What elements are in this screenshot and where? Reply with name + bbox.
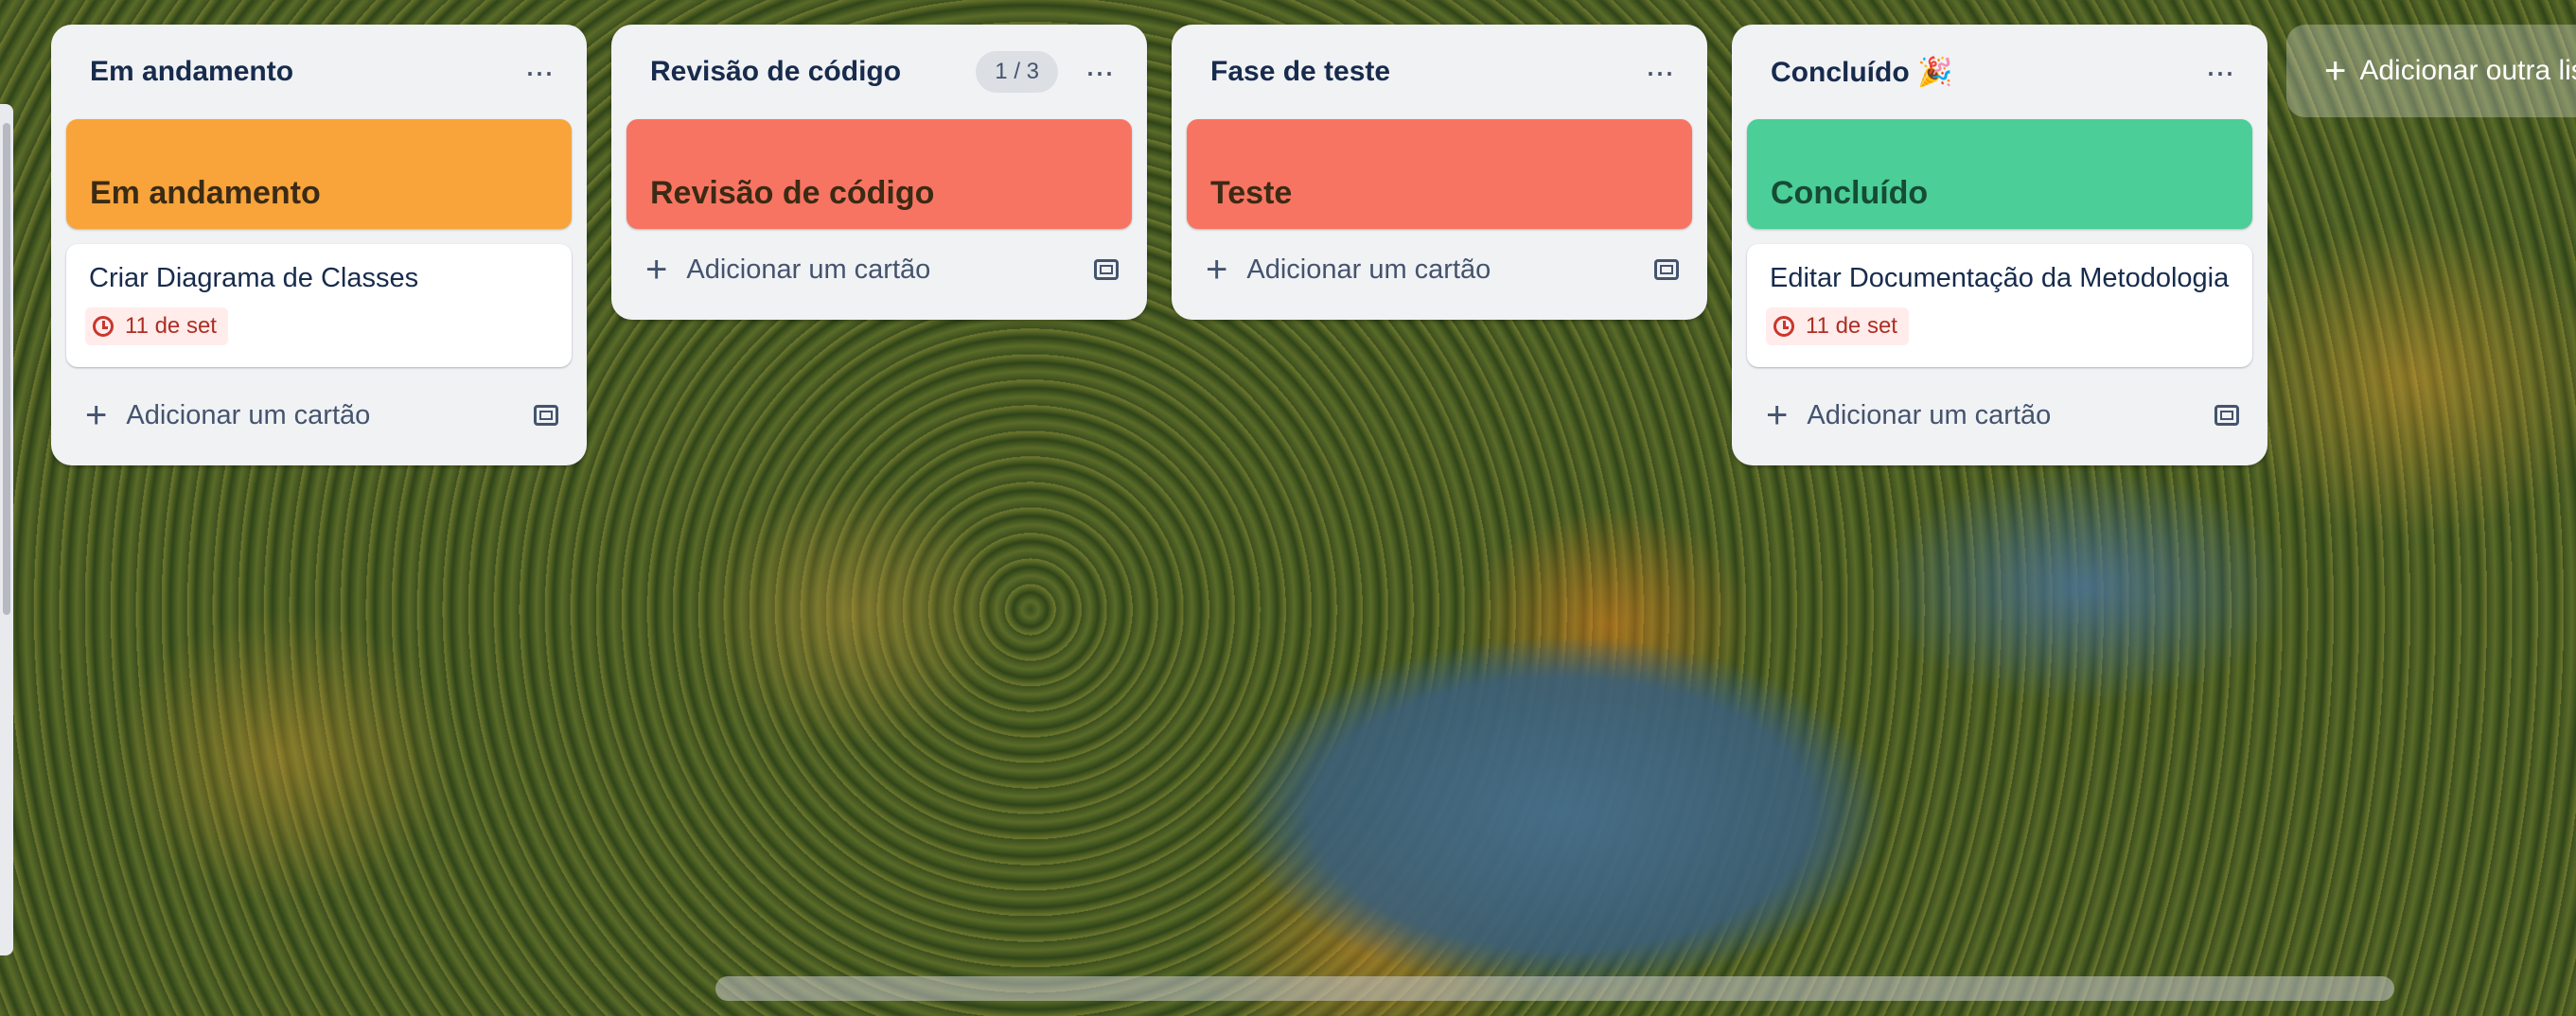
- card-template-icon[interactable]: [2214, 405, 2239, 426]
- list-title[interactable]: Fase de teste: [1210, 56, 1635, 88]
- card-title: Editar Documentação da Metodologia: [1770, 263, 2230, 293]
- cover-card-label: Concluído: [1771, 175, 1929, 211]
- add-card-label: Adicionar um cartão: [126, 399, 371, 430]
- more-options-icon[interactable]: ···: [1075, 48, 1122, 96]
- cover-card-label: Revisão de código: [650, 175, 935, 211]
- due-date-badge[interactable]: 11 de set: [85, 307, 228, 345]
- add-card-label: Adicionar um cartão: [1807, 399, 2052, 430]
- cover-card-label: Teste: [1210, 175, 1293, 211]
- add-card-button[interactable]: + Adicionar um cartão: [66, 382, 572, 448]
- add-list-button[interactable]: + Adicionar outra lista: [2286, 25, 2576, 117]
- more-options-icon[interactable]: ···: [515, 48, 562, 96]
- clock-icon: [1773, 316, 1794, 337]
- list-em-andamento: Em andamento ··· Em andamento Criar Diag…: [51, 25, 587, 465]
- add-card-button[interactable]: + Adicionar um cartão: [1187, 236, 1692, 303]
- card-template-icon[interactable]: [534, 405, 558, 426]
- list-title[interactable]: Em andamento: [90, 56, 515, 88]
- list-header: Concluído 🎉 ···: [1747, 25, 2252, 119]
- card-count-badge: 1 / 3: [976, 51, 1058, 93]
- due-date-badge[interactable]: 11 de set: [1766, 307, 1909, 345]
- more-options-icon[interactable]: ···: [1635, 48, 1683, 96]
- cover-card[interactable]: Revisão de código: [626, 119, 1132, 229]
- clock-icon: [93, 316, 114, 337]
- list-title[interactable]: Revisão de código: [650, 56, 976, 88]
- add-card-button[interactable]: + Adicionar um cartão: [626, 236, 1132, 303]
- card[interactable]: Editar Documentação da Metodologia 11 de…: [1747, 244, 2252, 367]
- list-title[interactable]: Concluído 🎉: [1771, 56, 2196, 89]
- plus-icon: +: [1206, 249, 1228, 290]
- list-header: Revisão de código 1 / 3 ···: [626, 25, 1132, 119]
- more-options-icon[interactable]: ···: [2196, 48, 2243, 96]
- plus-icon: +: [85, 394, 108, 436]
- plus-icon: +: [645, 249, 668, 290]
- vertical-scrollbar-thumb[interactable]: [3, 123, 10, 615]
- cover-card[interactable]: Teste: [1187, 119, 1692, 229]
- list-concluido: Concluído 🎉 ··· Concluído Editar Documen…: [1732, 25, 2267, 465]
- plus-icon: +: [2324, 49, 2347, 92]
- add-card-button[interactable]: + Adicionar um cartão: [1747, 382, 2252, 448]
- vertical-scrollbar[interactable]: [0, 104, 13, 955]
- card-template-icon[interactable]: [1654, 259, 1679, 280]
- cover-card-label: Em andamento: [90, 175, 321, 211]
- due-date-label: 11 de set: [1806, 313, 1897, 339]
- horizontal-scrollbar[interactable]: [715, 976, 2394, 1001]
- list-header: Fase de teste ···: [1187, 25, 1692, 119]
- card[interactable]: Criar Diagrama de Classes 11 de set: [66, 244, 572, 367]
- list-revisao-de-codigo: Revisão de código 1 / 3 ··· Revisão de c…: [611, 25, 1147, 320]
- plus-icon: +: [1766, 394, 1789, 436]
- card-title: Criar Diagrama de Classes: [89, 263, 419, 293]
- due-date-label: 11 de set: [125, 313, 217, 339]
- add-card-label: Adicionar um cartão: [686, 254, 931, 285]
- cover-card[interactable]: Em andamento: [66, 119, 572, 229]
- add-list-label: Adicionar outra lista: [2359, 55, 2576, 86]
- list-header: Em andamento ···: [66, 25, 572, 119]
- list-fase-de-teste: Fase de teste ··· Teste + Adicionar um c…: [1172, 25, 1707, 320]
- card-template-icon[interactable]: [1094, 259, 1119, 280]
- add-card-label: Adicionar um cartão: [1246, 254, 1491, 285]
- cover-card[interactable]: Concluído: [1747, 119, 2252, 229]
